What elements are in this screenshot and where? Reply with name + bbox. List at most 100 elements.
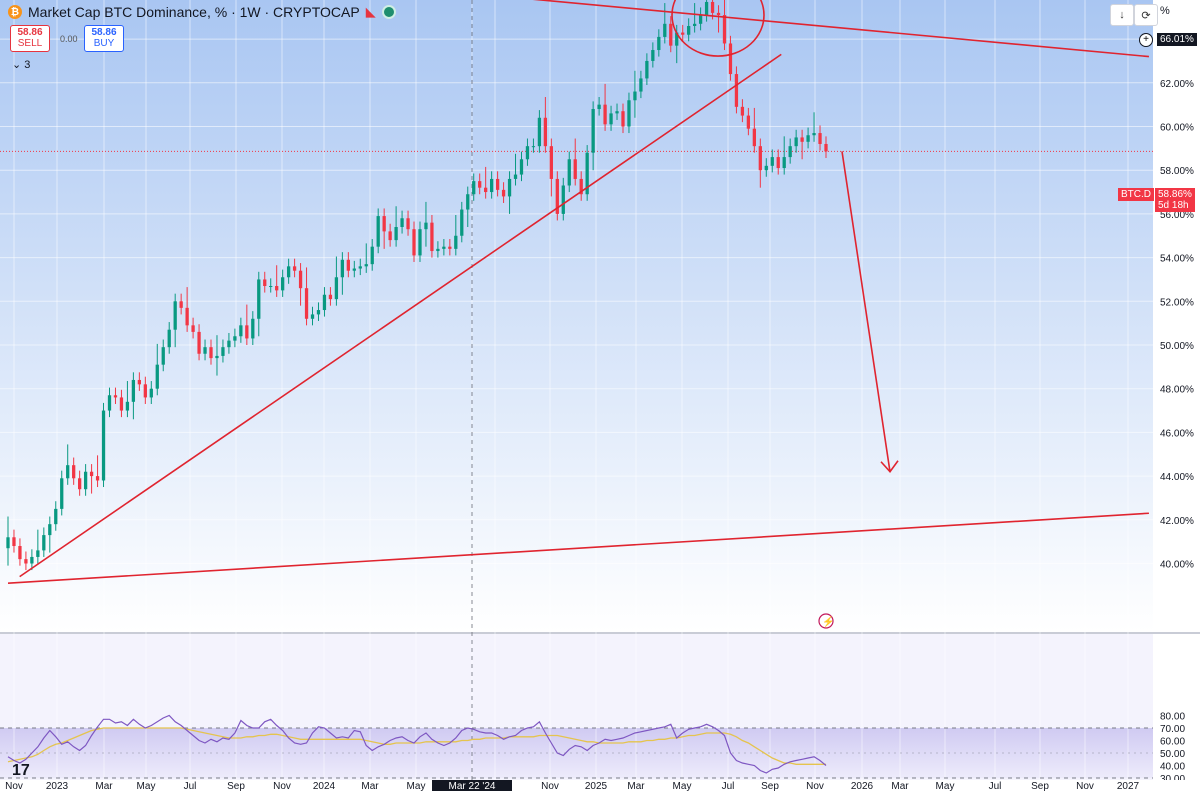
- candle-body: [460, 209, 464, 236]
- candle-body: [806, 135, 810, 142]
- y-tick-label: 44.00%: [1160, 472, 1194, 483]
- refresh-icon: ⟳: [1141, 9, 1151, 22]
- candle-body: [442, 246, 446, 249]
- candle-body: [340, 259, 345, 278]
- candle-body: [788, 146, 792, 158]
- candle-body: [298, 270, 303, 289]
- candle-body: [603, 104, 607, 125]
- candle-body: [382, 216, 386, 232]
- candle-body: [30, 556, 34, 564]
- candle-body: [782, 157, 786, 169]
- candle-body: [597, 104, 601, 110]
- percent-scale-toggle[interactable]: %: [1160, 5, 1170, 17]
- candle-body: [501, 189, 506, 197]
- download-button[interactable]: ↓: [1110, 4, 1134, 26]
- refresh-button[interactable]: ⟳: [1134, 4, 1158, 26]
- candle-body: [716, 12, 721, 16]
- candle-body: [752, 128, 756, 147]
- candle-body: [197, 331, 201, 354]
- candle-body: [227, 340, 231, 348]
- indicators-count: 3: [24, 59, 31, 71]
- y-tick-label: 62.00%: [1160, 79, 1194, 90]
- candle-body: [275, 286, 279, 291]
- x-tick-label: 2027: [1117, 781, 1140, 791]
- candle-body: [346, 259, 350, 271]
- candle-body: [651, 50, 655, 61]
- candle-body: [609, 113, 613, 125]
- y-tick-label: 48.00%: [1160, 385, 1194, 396]
- candle-body: [663, 23, 667, 37]
- chart-title[interactable]: Market Cap BTC Dominance, % · 1W · CRYPT…: [28, 4, 360, 20]
- y-tick-label: 42.00%: [1160, 516, 1194, 527]
- x-tick-label: Nov: [806, 781, 824, 791]
- candle-body: [155, 364, 159, 389]
- main-pane-background: [0, 0, 1153, 632]
- y-tick-label: 54.00%: [1160, 254, 1194, 265]
- candle-body: [412, 229, 416, 256]
- chevron-down-icon: ⌄: [12, 59, 22, 71]
- candle-body: [615, 111, 619, 114]
- candle-body: [507, 178, 512, 197]
- tradingview-logo: 17: [12, 762, 30, 779]
- add-alert-icon[interactable]: +: [1139, 33, 1153, 47]
- chart-stage: 40.00% 42.00% 44.00% 46.00% 48.00% 50.00% 52.0…: [0, 0, 1200, 792]
- candle-body: [209, 347, 213, 359]
- x-tick-label: May: [407, 781, 426, 791]
- indicators-toggle[interactable]: ⌄ 3: [12, 58, 30, 71]
- candle-body: [418, 229, 422, 256]
- candle-body: [203, 347, 207, 354]
- market-status-icon[interactable]: [381, 5, 396, 19]
- candle-body: [42, 535, 46, 551]
- y-tick-label: 58.00%: [1160, 166, 1194, 177]
- candle-body: [693, 23, 697, 26]
- candle-body: [233, 336, 237, 341]
- x-tick-label: Jul: [184, 781, 197, 791]
- candle-body: [669, 23, 673, 46]
- x-tick-label: May: [936, 781, 955, 791]
- candle-body: [484, 187, 488, 193]
- flag-icon[interactable]: ◣: [366, 4, 376, 20]
- x-tick-label: Mar: [361, 781, 379, 791]
- candle-body: [191, 325, 195, 332]
- x-tick-label: Nov: [5, 781, 23, 791]
- candle-body: [824, 143, 828, 152]
- candle-body: [292, 266, 297, 271]
- candle-body: [639, 78, 643, 92]
- candle-body: [519, 159, 524, 175]
- candle-body: [531, 146, 536, 148]
- candle-body: [358, 266, 362, 269]
- candle-body: [334, 277, 339, 300]
- candle-body: [245, 325, 249, 339]
- candle-body: [376, 216, 380, 247]
- x-tick-label: Sep: [761, 781, 779, 791]
- candle-body: [131, 379, 136, 402]
- sell-button[interactable]: 58.86 SELL: [10, 25, 50, 52]
- candle-body: [221, 347, 225, 356]
- candle-body: [24, 559, 28, 564]
- candle-body: [263, 279, 267, 287]
- current-price-value: 58.86%: [1158, 189, 1192, 200]
- rsi-tick-label: 40.00: [1160, 762, 1185, 773]
- candle-body: [78, 478, 82, 490]
- chart-canvas[interactable]: 40.00% 42.00% 44.00% 46.00% 48.00% 50.00% 52.0…: [0, 0, 1200, 792]
- current-price-tag: 58.86% 5d 18h: [1155, 188, 1195, 212]
- candle-body: [316, 310, 321, 315]
- symbol-header: ₿ Market Cap BTC Dominance, % · 1W · CRY…: [0, 0, 396, 24]
- x-tick-label: Jul: [722, 781, 735, 791]
- rsi-tick-label: 50.00: [1160, 749, 1185, 760]
- x-tick-label: May: [137, 781, 156, 791]
- buy-button[interactable]: 58.86 BUY: [84, 25, 124, 52]
- candle-body: [370, 246, 374, 265]
- x-tick-label: Jul: [989, 781, 1002, 791]
- x-tick-label: 2024: [313, 781, 336, 791]
- x-tick-label: 2023: [46, 781, 69, 791]
- candle-body: [567, 159, 571, 186]
- candle-body: [573, 159, 577, 179]
- candle-body: [119, 397, 124, 411]
- candle-body: [728, 43, 733, 75]
- candle-body: [710, 1, 715, 13]
- candle-body: [215, 355, 219, 359]
- candle-body: [113, 395, 118, 398]
- candle-body: [525, 146, 530, 160]
- y-tick-label: 52.00%: [1160, 297, 1194, 308]
